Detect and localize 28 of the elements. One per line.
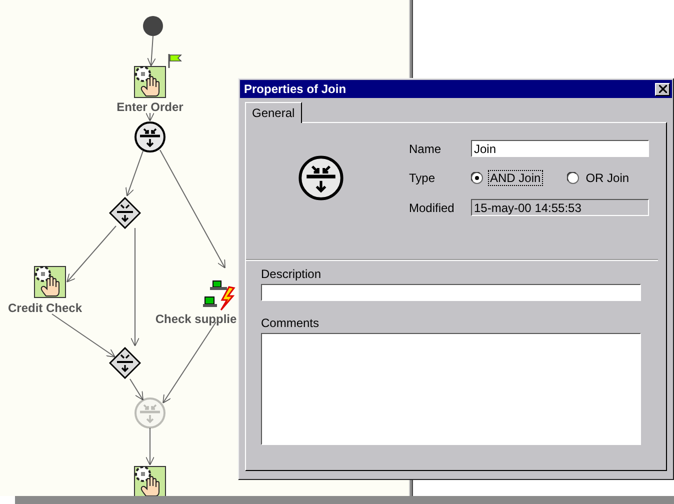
connector-arrow: [130, 378, 144, 400]
radio-icon: [471, 172, 483, 184]
window-title: Properties of Join: [244, 82, 346, 96]
connector-arrow: [126, 150, 144, 196]
close-icon: [658, 85, 666, 93]
radio-icon: [566, 172, 579, 184]
scroll-bar[interactable]: [15, 496, 674, 504]
close-button[interactable]: [655, 82, 670, 96]
join-icon: [298, 155, 344, 201]
connector-arrow: [147, 36, 156, 66]
description-field[interactable]: [261, 284, 641, 301]
comments-field[interactable]: [261, 333, 641, 445]
field-label: Description: [261, 267, 322, 281]
field-label: Name: [409, 142, 442, 156]
field-label: Type: [409, 171, 436, 185]
node-label: Check supplie: [155, 312, 237, 326]
node-label: Enter Order: [116, 100, 184, 114]
radio-option[interactable]: OR Join: [566, 170, 632, 186]
tab[interactable]: General: [245, 102, 302, 123]
node-label: Credit Check: [8, 301, 82, 315]
modified-field[interactable]: 15-may-00 14:55:53: [471, 199, 649, 216]
connector-arrow: [146, 112, 154, 122]
connector-arrow: [66, 226, 116, 282]
field-label: Comments: [261, 316, 320, 330]
name-field[interactable]: Join: [471, 140, 649, 157]
field-label: Modified: [409, 200, 456, 214]
connector-arrow: [146, 428, 154, 466]
connector-arrow: [52, 314, 116, 358]
